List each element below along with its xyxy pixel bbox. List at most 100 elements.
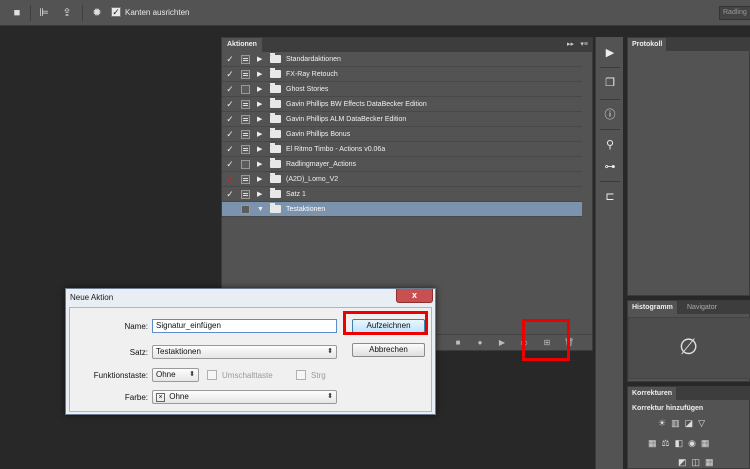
action-set-row[interactable]: ✓ ▶ El Ritmo Timbo - Actions v0.06a	[222, 142, 582, 157]
cancel-button[interactable]: Abbrechen	[352, 343, 425, 357]
toggle-item-checkmark-icon[interactable]: ✓	[225, 188, 235, 201]
action-set-row[interactable]: ✓ ▶ Radlingmayer_Actions	[222, 157, 582, 172]
action-set-name: Satz 1	[286, 191, 306, 198]
dialog-close-button[interactable]: x	[396, 289, 433, 303]
toggle-item-checkmark-icon[interactable]: ✓	[225, 98, 235, 111]
tab-protokoll[interactable]: Protokoll	[628, 38, 667, 51]
name-input[interactable]: Signatur_einfügen	[152, 319, 337, 333]
adjustment-icons-row-1[interactable]: ☀▥◪▽	[658, 418, 710, 429]
play-icon[interactable]: ▶	[496, 337, 508, 349]
shift-checkbox[interactable]	[207, 370, 217, 380]
gear-icon[interactable]: ✹	[90, 6, 104, 20]
chevron-right-icon[interactable]: ▶	[257, 143, 265, 156]
ctrl-checkbox[interactable]	[296, 370, 306, 380]
play-actions-icon[interactable]: ▶	[602, 45, 618, 61]
align-icon[interactable]: ⊫	[37, 6, 51, 20]
info-icon[interactable]: ⓘ	[602, 107, 618, 123]
toggle-dialog-icon[interactable]	[241, 55, 250, 64]
chevron-right-icon[interactable]: ▶	[257, 53, 265, 66]
toggle-dialog-icon[interactable]	[241, 175, 250, 184]
folder-icon	[270, 188, 281, 198]
toggle-dialog-icon[interactable]	[241, 205, 250, 214]
folder-icon	[270, 113, 281, 123]
action-set-row[interactable]: ✓ ▶ Standardaktionen	[222, 52, 582, 67]
color-select[interactable]: × Ohne ⬍	[152, 390, 337, 404]
toggle-item-checkmark-icon[interactable]: ✓	[225, 113, 235, 126]
action-set-row[interactable]: ✓ ▶ Ghost Stories	[222, 82, 582, 97]
brushes-icon[interactable]: ⚲	[602, 137, 618, 153]
action-set-row[interactable]: ✓ ▶ FX-Ray Retouch	[222, 67, 582, 82]
chevron-right-icon[interactable]: ▶	[257, 98, 265, 111]
tab-histogramm[interactable]: Histogramm	[628, 301, 677, 314]
align-edges-label: Kanten ausrichten	[125, 8, 190, 17]
chevron-right-icon[interactable]: ▶	[257, 113, 265, 126]
highlight-record-button	[343, 311, 428, 335]
toggle-dialog-icon[interactable]	[241, 85, 250, 94]
history-brush-icon[interactable]: ❐	[602, 75, 618, 91]
histogram-display: ∅	[628, 317, 750, 379]
action-set-row[interactable]: ✓ ▶ Gavin Phillips Bonus	[222, 127, 582, 142]
action-set-name: El Ritmo Timbo - Actions v0.06a	[286, 146, 386, 153]
options-bar: ■ ⊫ ⇪ ✹ ✓ Kanten ausrichten Radling	[0, 0, 750, 26]
toggle-item-checkmark-icon[interactable]: ✓	[225, 173, 235, 186]
toggle-dialog-icon[interactable]	[241, 100, 250, 109]
chevron-updown-icon: ⬍	[327, 393, 333, 400]
toggle-dialog-icon[interactable]	[241, 190, 250, 199]
strip-divider	[600, 99, 620, 100]
toggle-dialog-icon[interactable]	[241, 130, 250, 139]
chevron-right-icon[interactable]: ▶	[257, 158, 265, 171]
align-edges-checkbox[interactable]: ✓	[111, 7, 121, 17]
folder-icon	[270, 143, 281, 153]
toggle-dialog-icon[interactable]	[241, 145, 250, 154]
set-select[interactable]: Testaktionen ⬍	[152, 345, 337, 359]
action-sets-list: ✓ ▶ Standardaktionen ✓ ▶ FX-Ray Retouch ✓ ▶ Ghos…	[222, 52, 582, 217]
brush-settings-icon[interactable]: ⊶	[602, 159, 618, 175]
tab-korrekturen[interactable]: Korrekturen	[628, 387, 677, 400]
action-set-row[interactable]: ✓ ▶ Gavin Phillips ALM DataBecker Edition	[222, 112, 582, 127]
workspace-switcher[interactable]: Radling	[719, 6, 750, 20]
highlight-new-action	[522, 319, 570, 361]
action-set-name: Gavin Phillips Bonus	[286, 131, 351, 138]
toggle-item-checkmark-icon[interactable]: ✓	[225, 68, 235, 81]
action-set-row[interactable]: ✓ ▶ (A2D)_Lomo_V2	[222, 172, 582, 187]
action-set-row[interactable]: ✓ ▶ Satz 1	[222, 187, 582, 202]
adjustments-subtitle: Korrektur hinzufügen	[632, 405, 704, 412]
action-set-row[interactable]: ▼ Testaktionen	[222, 202, 582, 217]
toggle-item-checkmark-icon[interactable]: ✓	[225, 158, 235, 171]
toggle-dialog-icon[interactable]	[241, 70, 250, 79]
adjustment-icons-row-2[interactable]: ▦⚖◧◉▦	[648, 438, 714, 449]
toggle-item-checkmark-icon[interactable]: ✓	[225, 128, 235, 141]
action-set-name: Ghost Stories	[286, 86, 329, 93]
no-color-icon: ×	[156, 393, 165, 402]
action-set-row[interactable]: ✓ ▶ Gavin Phillips BW Effects DataBecker E…	[222, 97, 582, 112]
toggle-dialog-icon[interactable]	[241, 115, 250, 124]
chevron-right-icon[interactable]: ▶	[257, 83, 265, 96]
strip-divider	[600, 129, 620, 130]
arrange-icon[interactable]: ⇪	[60, 6, 74, 20]
panel-menu-icon[interactable]: ▾≡	[580, 40, 588, 48]
record-icon[interactable]: ●	[474, 337, 486, 349]
chevron-down-icon[interactable]: ▼	[257, 203, 265, 216]
tool-preset-icon[interactable]: ■	[10, 6, 24, 20]
chevron-right-icon[interactable]: ▶	[257, 68, 265, 81]
chevron-updown-icon: ⬍	[189, 371, 195, 378]
chevron-updown-icon: ⬍	[327, 348, 333, 355]
chevron-right-icon[interactable]: ▶	[257, 128, 265, 141]
toggle-item-checkmark-icon[interactable]: ✓	[225, 53, 235, 66]
toggle-item-checkmark-icon[interactable]: ✓	[225, 143, 235, 156]
toggle-dialog-icon[interactable]	[241, 160, 250, 169]
stop-icon[interactable]: ■	[452, 337, 464, 349]
tab-actions[interactable]: Aktionen	[222, 38, 262, 52]
clone-source-icon[interactable]: ⊏	[602, 189, 618, 205]
function-key-select[interactable]: Ohne ⬍	[152, 368, 199, 382]
toggle-item-checkmark-icon[interactable]: ✓	[225, 83, 235, 96]
toolbar-divider	[30, 5, 31, 21]
chevron-right-icon[interactable]: ▶	[257, 173, 265, 186]
adjustment-icons-row-3[interactable]: ◩◫▦	[678, 457, 719, 468]
chevron-right-icon[interactable]: ▶	[257, 188, 265, 201]
tab-navigator[interactable]: Navigator	[683, 301, 721, 314]
panel-icon-strip: ▶ ❐ ⓘ ⚲ ⊶ ⊏	[595, 37, 623, 469]
collapse-panel-icon[interactable]: ▸▸	[567, 40, 574, 48]
adjustments-tabbar: Korrekturen	[628, 387, 750, 400]
history-panel: Protokoll	[627, 37, 750, 296]
